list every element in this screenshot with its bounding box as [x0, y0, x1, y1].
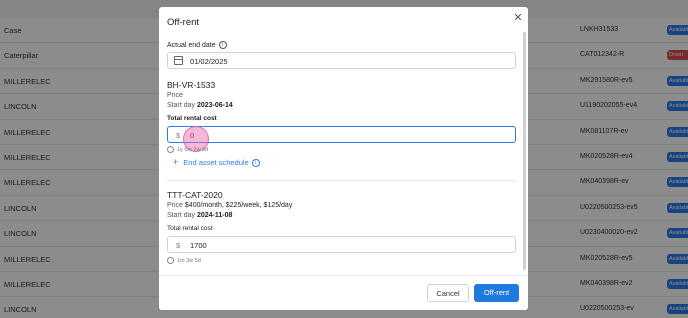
off-rent-button[interactable]: Off-rent: [474, 284, 519, 302]
off-rent-modal: Off-rent ✕ Actual end date i 01/02/2025 B…: [159, 7, 528, 310]
close-icon[interactable]: ✕: [512, 12, 524, 24]
end-date-value: 01/02/2025: [190, 57, 228, 66]
clock-icon: [167, 257, 174, 264]
info-icon[interactable]: i: [218, 41, 227, 49]
asset-title: TTT-CAT-2020: [167, 190, 223, 200]
clock-icon: [167, 146, 174, 153]
total-cost-label: Total rental cost: [167, 225, 213, 232]
cancel-button[interactable]: Cancel: [427, 284, 469, 302]
asset-start-day: Start day 2023-06-14: [167, 102, 233, 109]
info-icon[interactable]: i: [251, 159, 260, 168]
end-date-label: Actual end date: [167, 41, 216, 49]
asset-divider: [167, 180, 516, 181]
modal-footer: Cancel Off-rent: [159, 275, 528, 310]
total-cost-input[interactable]: $ 0: [167, 126, 516, 143]
asset-price: Price $400/month, $225/week, $125/day: [167, 202, 293, 209]
asset-title: BH-VR-1533: [167, 80, 216, 90]
calendar-icon[interactable]: [174, 56, 183, 65]
currency-prefix: $: [176, 131, 181, 140]
duration-hint: 1m 3w 5d: [167, 257, 201, 264]
duration-hint: 1y 6m 2w 6d: [167, 146, 208, 153]
modal-scrollbar[interactable]: [523, 32, 526, 270]
currency-prefix: $: [176, 241, 181, 250]
total-cost-input[interactable]: $ 1700: [167, 236, 516, 253]
asset-price: Price: [167, 92, 183, 99]
total-cost-label: Total rental cost: [167, 115, 217, 122]
modal-title: Off-rent: [167, 17, 200, 28]
asset-start-day: Start day 2024-11-08: [167, 212, 233, 219]
plus-icon: +: [173, 157, 179, 167]
end-asset-schedule-link[interactable]: + End asset schedule i: [173, 157, 260, 168]
end-date-field[interactable]: 01/02/2025: [167, 52, 516, 69]
total-cost-value: 1700: [190, 241, 207, 250]
end-date-label-row: Actual end date i: [167, 41, 227, 49]
